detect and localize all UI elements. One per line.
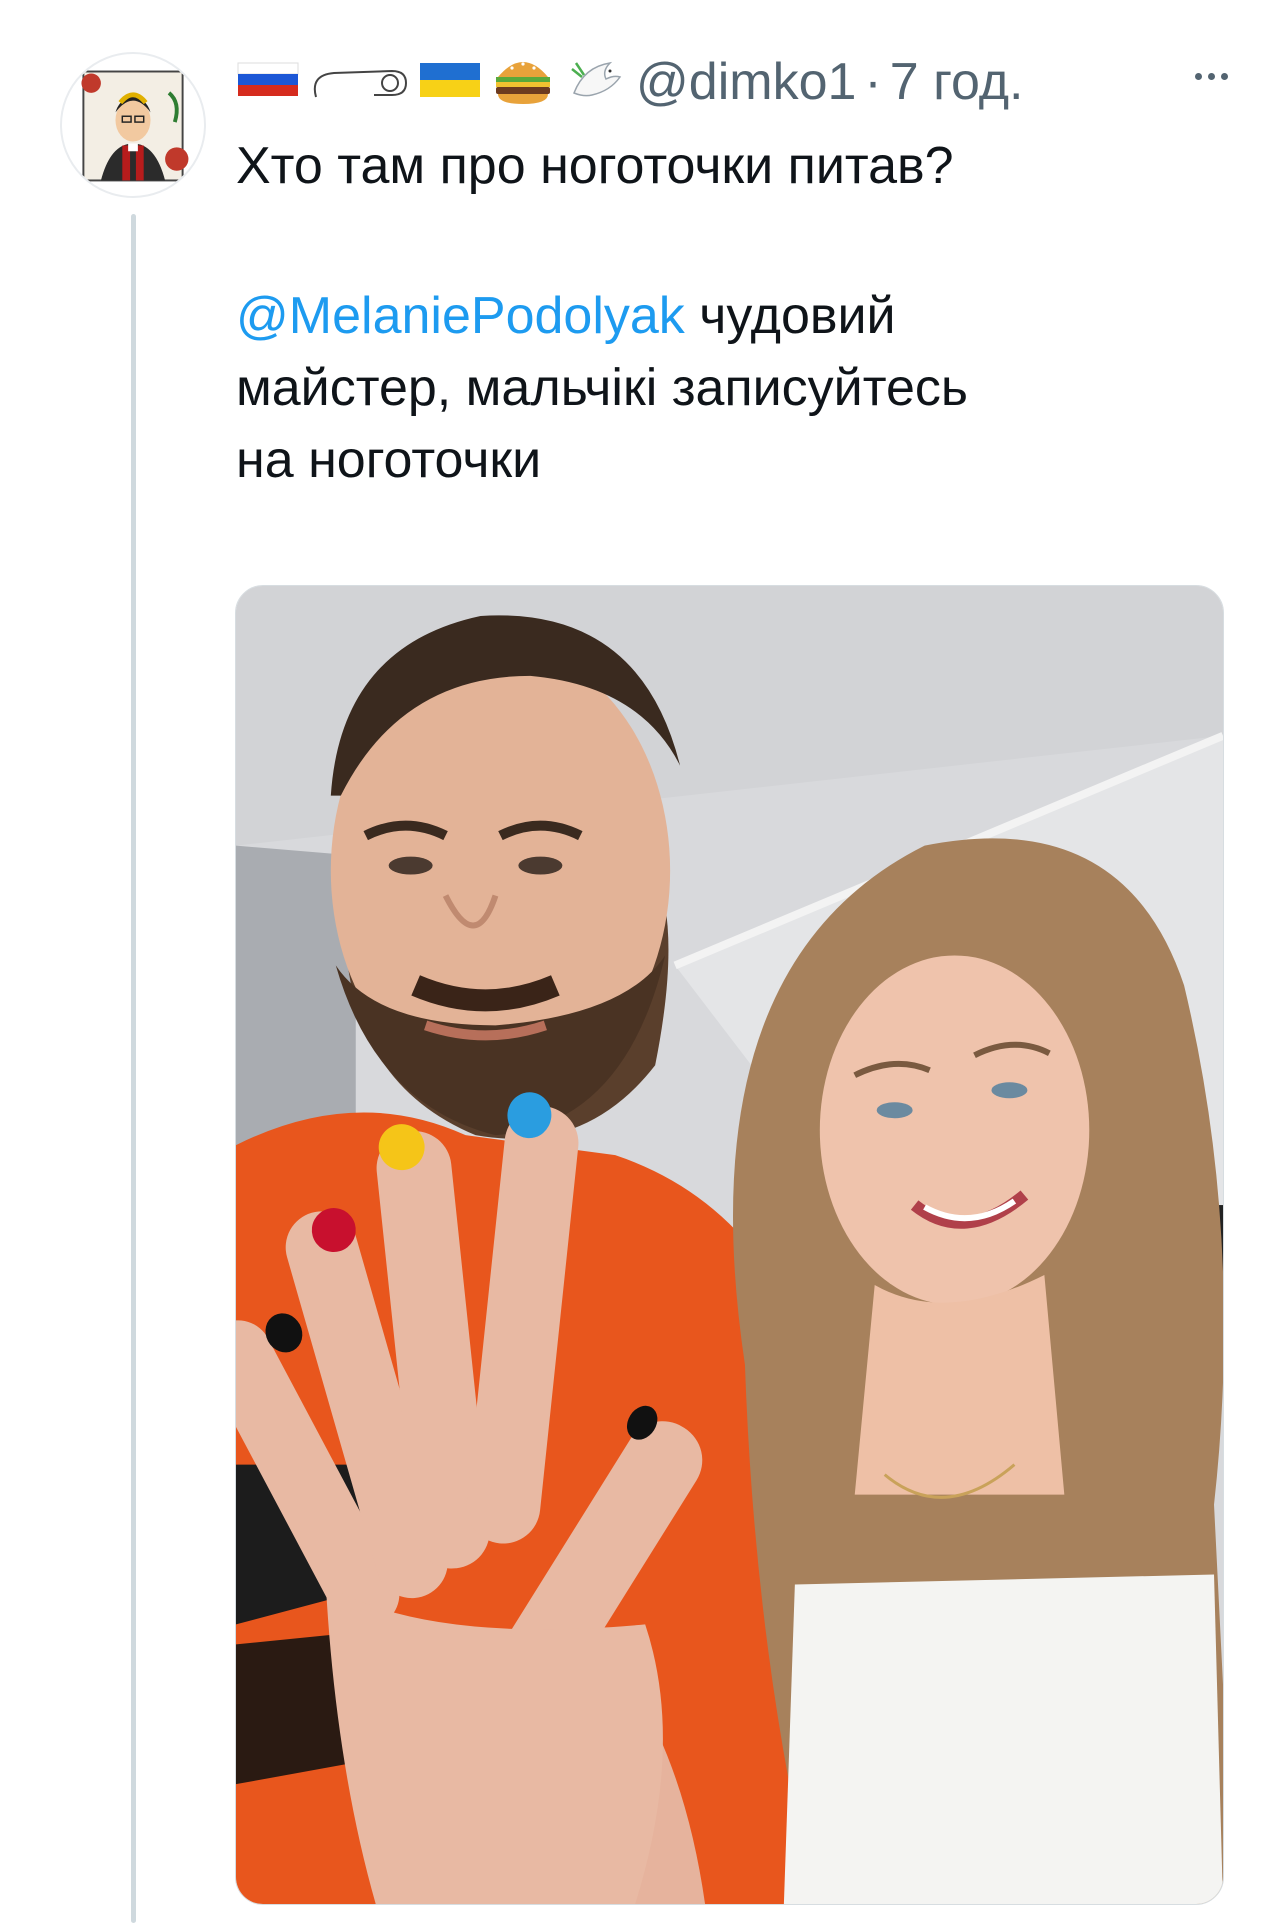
tweet-body: Хто там про ноготочки питав? @MelaniePod…	[236, 130, 1236, 496]
tweet-header: @dimko1 · 7 год.	[236, 46, 1253, 118]
separator-dot: ·	[864, 53, 882, 111]
ukraine-flag-icon	[418, 59, 482, 106]
quote-line-1: @MelaniePodolyak чудовий	[236, 280, 1236, 352]
tweet-text: Хто там про ноготочки питав?	[236, 137, 954, 195]
quote-text-1: чудовий	[684, 287, 896, 345]
timestamp[interactable]: 7 год.	[890, 52, 1024, 112]
more-dots-icon[interactable]	[1181, 56, 1241, 96]
thread-line	[131, 214, 136, 1923]
selfie-photo	[236, 586, 1223, 1904]
priest-portrait-icon	[81, 70, 189, 182]
mention-link[interactable]: @MelaniePodolyak	[236, 287, 685, 345]
russia-flag-icon	[236, 59, 300, 106]
quote-text-2: майстер, мальчікі записуйтесь	[236, 359, 968, 417]
avatar[interactable]	[60, 52, 206, 198]
author-handle[interactable]: @dimko1	[636, 52, 856, 112]
quote-text-3: на ноготочки	[236, 431, 542, 489]
nail-polish-bottle-icon	[310, 59, 408, 106]
display-name-emojis[interactable]	[236, 49, 624, 116]
dove-icon	[564, 49, 624, 116]
burger-icon	[492, 51, 554, 114]
tweet-photo[interactable]	[235, 585, 1224, 1905]
